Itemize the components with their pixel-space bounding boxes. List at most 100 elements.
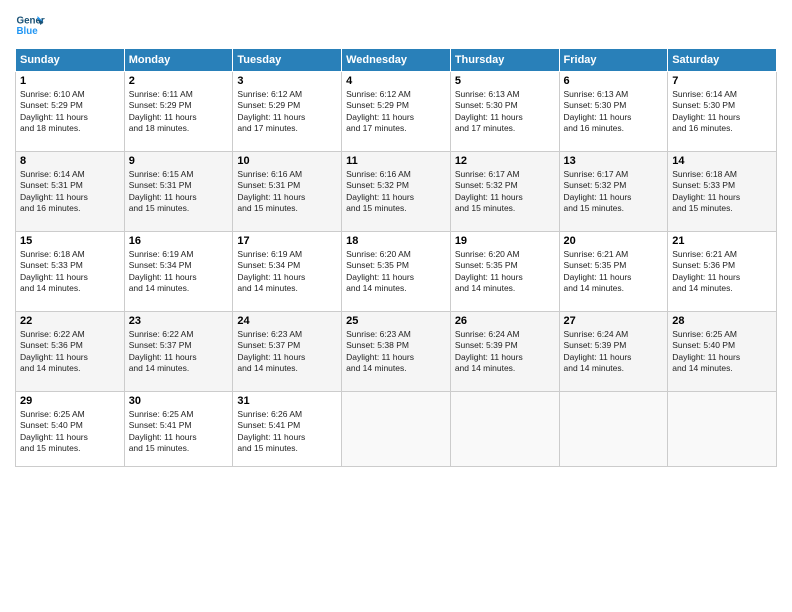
day-info: Sunrise: 6:13 AM Sunset: 5:30 PM Dayligh… — [564, 89, 664, 135]
weekday-header: Wednesday — [342, 49, 451, 72]
day-info: Sunrise: 6:25 AM Sunset: 5:40 PM Dayligh… — [20, 409, 120, 455]
day-info: Sunrise: 6:13 AM Sunset: 5:30 PM Dayligh… — [455, 89, 555, 135]
day-number: 27 — [564, 315, 664, 327]
day-number: 25 — [346, 315, 446, 327]
logo: General Blue — [15, 10, 45, 40]
calendar-cell: 31Sunrise: 6:26 AM Sunset: 5:41 PM Dayli… — [233, 392, 342, 467]
day-number: 14 — [672, 155, 772, 167]
day-info: Sunrise: 6:15 AM Sunset: 5:31 PM Dayligh… — [129, 169, 229, 215]
day-info: Sunrise: 6:21 AM Sunset: 5:35 PM Dayligh… — [564, 249, 664, 295]
calendar-cell: 1 Sunrise: 6:10 AM Sunset: 5:29 PM Daylig… — [16, 72, 125, 152]
calendar-cell — [450, 392, 559, 467]
day-number: 7 — [672, 75, 772, 87]
day-number: 5 — [455, 75, 555, 87]
calendar-cell: 26Sunrise: 6:24 AM Sunset: 5:39 PM Dayli… — [450, 312, 559, 392]
weekday-header: Tuesday — [233, 49, 342, 72]
day-number: 10 — [237, 155, 337, 167]
svg-text:Blue: Blue — [17, 26, 39, 37]
day-info: Sunrise: 6:22 AM Sunset: 5:36 PM Dayligh… — [20, 329, 120, 375]
weekday-header: Monday — [124, 49, 233, 72]
weekday-header: Saturday — [668, 49, 777, 72]
day-number: 20 — [564, 235, 664, 247]
calendar-cell: 15Sunrise: 6:18 AM Sunset: 5:33 PM Dayli… — [16, 232, 125, 312]
day-info: Sunrise: 6:16 AM Sunset: 5:31 PM Dayligh… — [237, 169, 337, 215]
day-info: Sunrise: 6:26 AM Sunset: 5:41 PM Dayligh… — [237, 409, 337, 455]
calendar-cell: 14 Sunrise: 6:18 AM Sunset: 5:33 PM Dayli… — [668, 152, 777, 232]
day-number: 22 — [20, 315, 120, 327]
page-header: General Blue — [15, 10, 777, 40]
day-info: Sunrise: 6:23 AM Sunset: 5:37 PM Dayligh… — [237, 329, 337, 375]
day-info: Sunrise: 6:18 AM Sunset: 5:33 PM Dayligh… — [672, 169, 772, 215]
calendar-cell: 16Sunrise: 6:19 AM Sunset: 5:34 PM Dayli… — [124, 232, 233, 312]
calendar-cell: 18 Sunrise: 6:20 AM Sunset: 5:35 PM Dayli… — [342, 232, 451, 312]
calendar-cell: 9 Sunrise: 6:15 AM Sunset: 5:31 PM Daylig… — [124, 152, 233, 232]
calendar-cell: 8 Sunrise: 6:14 AM Sunset: 5:31 PM Daylig… — [16, 152, 125, 232]
calendar-cell — [342, 392, 451, 467]
day-info: Sunrise: 6:16 AM Sunset: 5:32 PM Dayligh… — [346, 169, 446, 215]
calendar-cell: 30 Sunrise: 6:25 AM Sunset: 5:41 PM Dayli… — [124, 392, 233, 467]
calendar-table: SundayMondayTuesdayWednesdayThursdayFrid… — [15, 48, 777, 467]
calendar-cell: 19 Sunrise: 6:20 AM Sunset: 5:35 PM Dayli… — [450, 232, 559, 312]
day-info: Sunrise: 6:11 AM Sunset: 5:29 PM Dayligh… — [129, 89, 229, 135]
day-number: 28 — [672, 315, 772, 327]
day-info: Sunrise: 6:20 AM Sunset: 5:35 PM Dayligh… — [455, 249, 555, 295]
day-number: 8 — [20, 155, 120, 167]
day-number: 11 — [346, 155, 446, 167]
header-row: SundayMondayTuesdayWednesdayThursdayFrid… — [16, 49, 777, 72]
calendar-cell: 25 Sunrise: 6:23 AM Sunset: 5:38 PM Dayli… — [342, 312, 451, 392]
calendar-week-row: 8 Sunrise: 6:14 AM Sunset: 5:31 PM Daylig… — [16, 152, 777, 232]
calendar-week-row: 1 Sunrise: 6:10 AM Sunset: 5:29 PM Daylig… — [16, 72, 777, 152]
day-info: Sunrise: 6:10 AM Sunset: 5:29 PM Dayligh… — [20, 89, 120, 135]
day-number: 17 — [237, 235, 337, 247]
weekday-header: Sunday — [16, 49, 125, 72]
day-number: 2 — [129, 75, 229, 87]
day-info: Sunrise: 6:24 AM Sunset: 5:39 PM Dayligh… — [455, 329, 555, 375]
calendar-cell: 17 Sunrise: 6:19 AM Sunset: 5:34 PM Dayli… — [233, 232, 342, 312]
day-number: 16 — [129, 235, 229, 247]
day-info: Sunrise: 6:14 AM Sunset: 5:31 PM Dayligh… — [20, 169, 120, 215]
day-number: 9 — [129, 155, 229, 167]
calendar-week-row: 29 Sunrise: 6:25 AM Sunset: 5:40 PM Dayli… — [16, 392, 777, 467]
calendar-cell: 5 Sunrise: 6:13 AM Sunset: 5:30 PM Daylig… — [450, 72, 559, 152]
day-info: Sunrise: 6:24 AM Sunset: 5:39 PM Dayligh… — [564, 329, 664, 375]
calendar-cell — [668, 392, 777, 467]
calendar-cell: 24 Sunrise: 6:23 AM Sunset: 5:37 PM Dayli… — [233, 312, 342, 392]
calendar-cell: 11 Sunrise: 6:16 AM Sunset: 5:32 PM Dayli… — [342, 152, 451, 232]
calendar-cell: 27 Sunrise: 6:24 AM Sunset: 5:39 PM Dayli… — [559, 312, 668, 392]
calendar-cell: 20 Sunrise: 6:21 AM Sunset: 5:35 PM Dayli… — [559, 232, 668, 312]
day-info: Sunrise: 6:21 AM Sunset: 5:36 PM Dayligh… — [672, 249, 772, 295]
day-info: Sunrise: 6:12 AM Sunset: 5:29 PM Dayligh… — [237, 89, 337, 135]
calendar-cell: 13Sunrise: 6:17 AM Sunset: 5:32 PM Dayli… — [559, 152, 668, 232]
calendar-cell: 28 Sunrise: 6:25 AM Sunset: 5:40 PM Dayli… — [668, 312, 777, 392]
calendar-week-row: 22 Sunrise: 6:22 AM Sunset: 5:36 PM Dayli… — [16, 312, 777, 392]
logo-icon: General Blue — [15, 10, 45, 40]
day-info: Sunrise: 6:17 AM Sunset: 5:32 PM Dayligh… — [564, 169, 664, 215]
day-number: 15 — [20, 235, 120, 247]
day-info: Sunrise: 6:19 AM Sunset: 5:34 PM Dayligh… — [237, 249, 337, 295]
day-number: 12 — [455, 155, 555, 167]
day-number: 18 — [346, 235, 446, 247]
day-info: Sunrise: 6:25 AM Sunset: 5:41 PM Dayligh… — [129, 409, 229, 455]
day-info: Sunrise: 6:23 AM Sunset: 5:38 PM Dayligh… — [346, 329, 446, 375]
day-info: Sunrise: 6:20 AM Sunset: 5:35 PM Dayligh… — [346, 249, 446, 295]
calendar-cell: 22 Sunrise: 6:22 AM Sunset: 5:36 PM Dayli… — [16, 312, 125, 392]
calendar-cell: 3 Sunrise: 6:12 AM Sunset: 5:29 PM Daylig… — [233, 72, 342, 152]
day-info: Sunrise: 6:14 AM Sunset: 5:30 PM Dayligh… — [672, 89, 772, 135]
calendar-cell: 10 Sunrise: 6:16 AM Sunset: 5:31 PM Dayli… — [233, 152, 342, 232]
day-number: 24 — [237, 315, 337, 327]
day-info: Sunrise: 6:22 AM Sunset: 5:37 PM Dayligh… — [129, 329, 229, 375]
day-number: 29 — [20, 395, 120, 407]
day-number: 19 — [455, 235, 555, 247]
calendar-cell: 23Sunrise: 6:22 AM Sunset: 5:37 PM Dayli… — [124, 312, 233, 392]
calendar-cell: 4 Sunrise: 6:12 AM Sunset: 5:29 PM Daylig… — [342, 72, 451, 152]
day-info: Sunrise: 6:12 AM Sunset: 5:29 PM Dayligh… — [346, 89, 446, 135]
day-number: 6 — [564, 75, 664, 87]
calendar-cell: 21Sunrise: 6:21 AM Sunset: 5:36 PM Dayli… — [668, 232, 777, 312]
day-number: 4 — [346, 75, 446, 87]
calendar-cell: 7 Sunrise: 6:14 AM Sunset: 5:30 PM Daylig… — [668, 72, 777, 152]
calendar-cell: 2 Sunrise: 6:11 AM Sunset: 5:29 PM Daylig… — [124, 72, 233, 152]
day-info: Sunrise: 6:25 AM Sunset: 5:40 PM Dayligh… — [672, 329, 772, 375]
day-number: 1 — [20, 75, 120, 87]
day-number: 3 — [237, 75, 337, 87]
day-number: 30 — [129, 395, 229, 407]
